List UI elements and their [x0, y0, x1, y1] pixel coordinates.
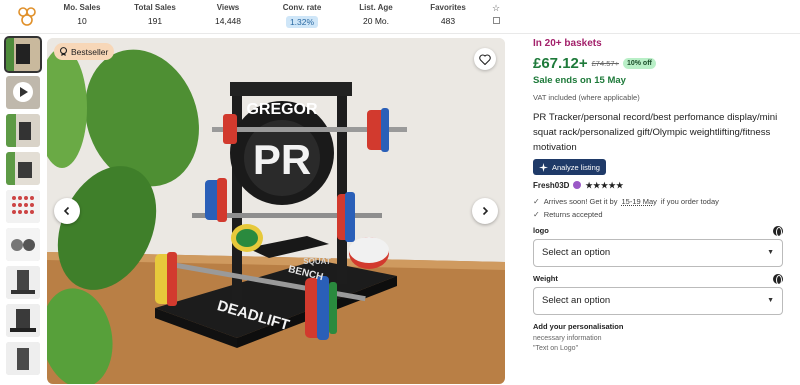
- check-icon: ✓: [533, 196, 540, 206]
- logo-select[interactable]: Select an option ▼: [533, 238, 783, 267]
- stat-listing-age: List. Age 20 Mo.: [356, 3, 396, 26]
- globe-icon[interactable]: [773, 273, 783, 285]
- stat-label: Mo. Sales: [63, 3, 101, 12]
- arrival-dates[interactable]: 15-19 May: [621, 197, 656, 206]
- logo-option-header: logo: [533, 225, 783, 237]
- model-text-squat: SQUAT: [303, 257, 331, 266]
- model-text-gregor: GREGOR: [246, 101, 318, 118]
- stat-value: 20 Mo.: [363, 16, 389, 26]
- vat-note: VAT included (where applicable): [533, 93, 640, 102]
- discount-badge: 10% off: [622, 58, 656, 69]
- thumbnail-4[interactable]: [6, 152, 40, 185]
- returns-info: ✓ Returns accepted: [533, 210, 788, 219]
- stat-label: Conv. rate: [282, 3, 322, 12]
- personalisation-instructions: necessary information "Text on Logo": [533, 334, 788, 354]
- check-icon: ✓: [533, 209, 540, 219]
- heart-icon: [479, 53, 491, 65]
- stat-label: Favorites: [430, 3, 466, 12]
- stat-label: Views: [216, 3, 240, 12]
- thumbnail-6[interactable]: [6, 228, 40, 261]
- logo-option-label: logo: [533, 226, 549, 235]
- chevron-left-icon: [63, 206, 70, 216]
- star-outline-icon[interactable]: ☆: [492, 3, 500, 14]
- next-image-button[interactable]: [472, 198, 498, 224]
- stat-label: Total Sales: [134, 3, 176, 12]
- thumbnail-video[interactable]: [6, 76, 40, 109]
- chevron-right-icon: [482, 206, 489, 216]
- dropdown-arrow-icon: ▼: [767, 249, 774, 256]
- arrives-prefix: Arrives soon! Get it by: [543, 196, 618, 206]
- weight-select-value: Select an option: [542, 295, 611, 306]
- stat-label: List. Age: [359, 3, 393, 12]
- original-price: £74.57+: [591, 59, 619, 68]
- logo-select-value: Select an option: [542, 247, 611, 258]
- stats-bar: Mo. Sales 10 Total Sales 191 Views 14,44…: [0, 0, 800, 34]
- returns-text: Returns accepted: [543, 209, 603, 219]
- stat-value: 483: [440, 16, 456, 26]
- globe-icon[interactable]: [773, 225, 783, 237]
- sparkle-icon: [539, 162, 548, 172]
- rating-stars[interactable]: ★★★★★: [585, 181, 623, 190]
- personalisation-line-1: necessary information: [533, 334, 602, 342]
- thumbnail-1[interactable]: [4, 36, 42, 73]
- award-icon: [59, 47, 68, 56]
- star-seller-icon: [573, 181, 582, 189]
- bestseller-label: Bestseller: [71, 46, 109, 57]
- stat-value: 10: [77, 16, 87, 26]
- stat-conv-rate: Conv. rate 1.32%: [281, 3, 323, 30]
- weight-option-header: Weight: [533, 273, 783, 285]
- weight-option-label: Weight: [533, 274, 558, 283]
- thumbnail-9[interactable]: [6, 342, 40, 375]
- thumbnail-5[interactable]: [6, 190, 40, 223]
- weight-select[interactable]: Select an option ▼: [533, 286, 783, 315]
- analyze-listing-button[interactable]: Analyze listing: [533, 159, 606, 175]
- bestseller-badge: Bestseller: [54, 43, 115, 60]
- analyze-listing-label: Analyze listing: [552, 162, 600, 172]
- favorite-button[interactable]: [474, 48, 496, 70]
- dropdown-arrow-icon: ▼: [767, 297, 774, 304]
- grid-icon[interactable]: [493, 17, 500, 24]
- model-text-pr: PR: [253, 136, 311, 183]
- thumbnail-strip: [4, 36, 42, 380]
- stat-value: 1.32%: [285, 16, 319, 28]
- personalisation-title: Add your personalisation: [533, 321, 624, 331]
- thumbnail-3[interactable]: [6, 114, 40, 147]
- sale-ends-text: Sale ends on 15 May: [533, 75, 626, 86]
- thumbnail-7[interactable]: [6, 266, 40, 299]
- stat-mo-sales: Mo. Sales 10: [62, 3, 102, 26]
- listing-title: PR Tracker/personal record/best perfoman…: [533, 112, 778, 153]
- listing-details-panel: In 20+ baskets £67.12+ £74.57+ 10% off S…: [533, 38, 788, 354]
- arrives-suffix: if you order today: [660, 196, 719, 206]
- shop-name-link[interactable]: Fresh03D: [533, 181, 569, 190]
- stat-value: 191: [147, 16, 163, 26]
- baskets-count: In 20+ baskets: [533, 38, 602, 49]
- stat-favorites: Favorites 483: [427, 3, 469, 26]
- main-product-image[interactable]: GREGOR PR DEADLIFT BENCH SQUAT Bestselle…: [47, 38, 505, 384]
- listing-highlights: ✓ Arrives soon! Get it by 15-19 May if y…: [533, 197, 788, 219]
- current-price: £67.12+: [533, 55, 588, 72]
- price-row: £67.12+ £74.57+ 10% off: [533, 55, 788, 72]
- play-icon: [13, 82, 33, 102]
- shop-info: Fresh03D ★★★★★: [533, 181, 788, 190]
- product-photo: GREGOR PR DEADLIFT BENCH SQUAT: [47, 38, 505, 384]
- personalisation-line-2: "Text on Logo": [533, 344, 579, 352]
- delivery-estimate: ✓ Arrives soon! Get it by 15-19 May if y…: [533, 197, 788, 206]
- extension-logo-icon[interactable]: [16, 6, 38, 28]
- stat-total-sales: Total Sales 191: [133, 3, 177, 26]
- stat-value: 14,448: [215, 16, 241, 26]
- thumbnail-8[interactable]: [6, 304, 40, 337]
- stat-views: Views 14,448: [210, 3, 246, 26]
- previous-image-button[interactable]: [54, 198, 80, 224]
